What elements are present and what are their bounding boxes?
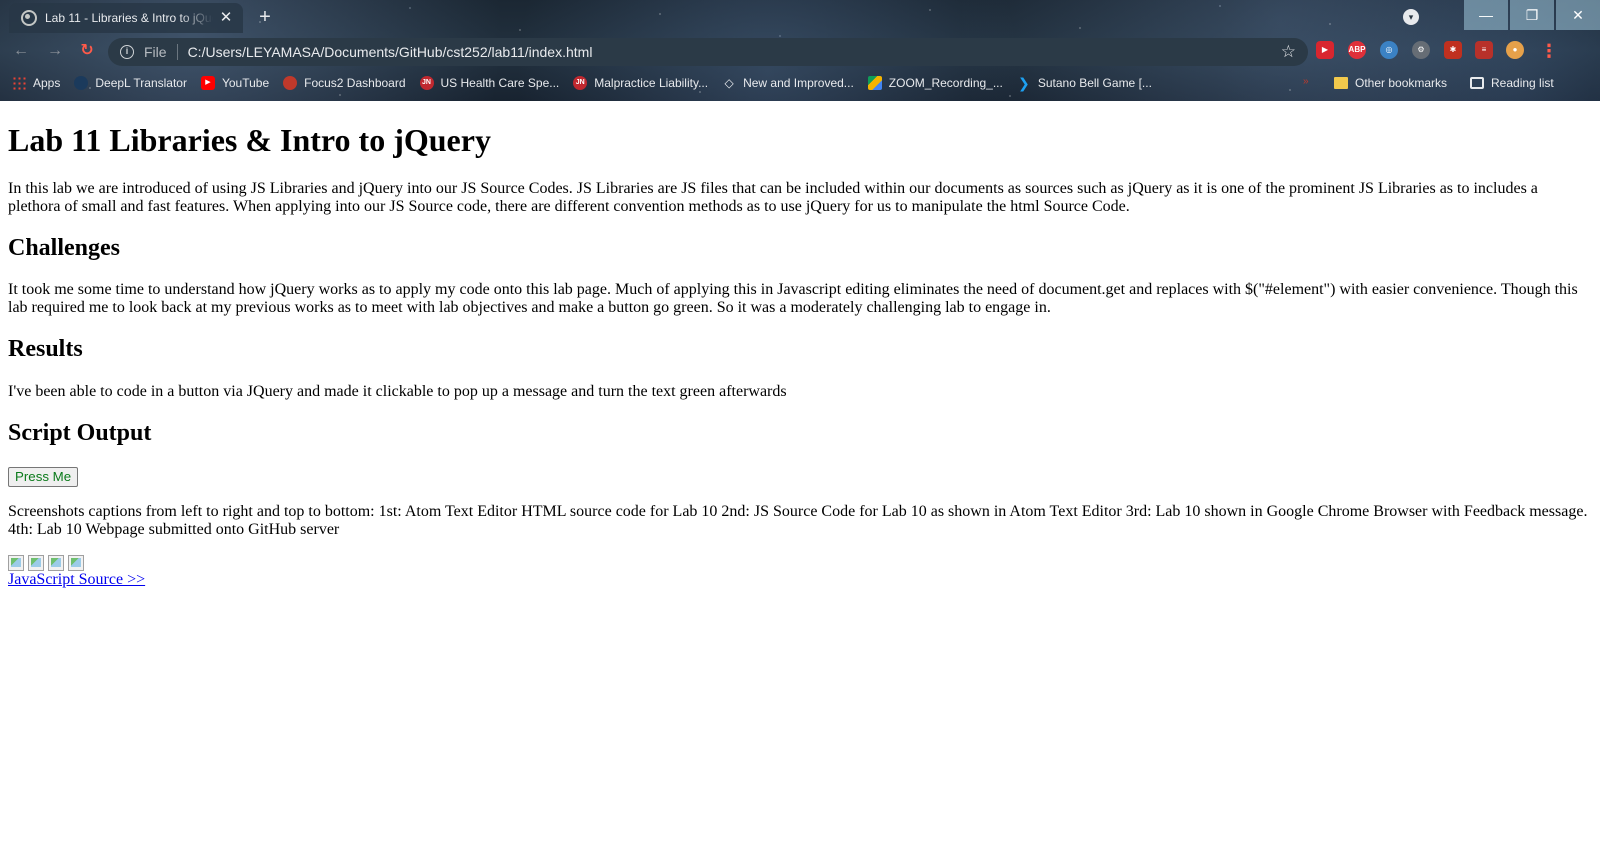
reading-list-label: Reading list (1491, 76, 1554, 90)
forward-icon[interactable]: → (44, 40, 66, 62)
bookmark-label: US Health Care Spe... (440, 76, 560, 90)
captions-paragraph: Screenshots captions from left to right … (8, 502, 1588, 538)
broken-image-icon[interactable] (48, 554, 64, 571)
tab-search-icon[interactable]: ▾ (1403, 9, 1419, 25)
bookmark-label: YouTube (221, 76, 270, 90)
browser-tab[interactable]: Lab 11 - Libraries & Intro to jQuery ✕ (9, 3, 243, 33)
apps-icon (12, 76, 26, 90)
script-output-heading: Script Output (8, 419, 152, 446)
bookmark-us-health[interactable]: JN US Health Care Spe... (419, 76, 560, 90)
maximize-button[interactable]: ❐ (1510, 0, 1554, 30)
bookmark-zoom[interactable]: ZOOM_Recording_... (867, 76, 1003, 90)
other-bookmarks-label: Other bookmarks (1355, 76, 1448, 90)
challenges-heading: Challenges (8, 234, 121, 261)
bookmark-label: New and Improved... (743, 76, 854, 90)
media-icon[interactable]: ≡ (1475, 41, 1493, 59)
page-title: Lab 11 Libraries & Intro to jQuery (8, 122, 491, 158)
browser-chrome: Lab 11 - Libraries & Intro to jQuery ✕ +… (0, 0, 1600, 101)
press-me-button[interactable]: Press Me (8, 466, 79, 487)
bookmark-star-icon[interactable]: ☆ (1281, 42, 1296, 62)
youtube-icon: ▶ (200, 76, 215, 90)
bookmark-sutano[interactable]: ❯ Sutano Bell Game [... (1017, 76, 1152, 90)
toolbar: ← → ↻ i File C:/Users/LEYAMASA/Documents… (0, 36, 1600, 68)
settings-gear-icon[interactable]: ⚙ (1412, 41, 1430, 59)
bookmarks-bar: Apps DeepL Translator ▶ YouTube Focus2 D… (0, 72, 1600, 94)
other-bookmarks[interactable]: Other bookmarks (1334, 72, 1447, 94)
broken-image-icon[interactable] (68, 554, 84, 571)
jn-icon: JN (573, 76, 588, 90)
bookmark-label: Focus2 Dashboard (304, 76, 406, 90)
bookmark-generic-icon: ◇ (724, 76, 734, 90)
bookmark-youtube[interactable]: ▶ YouTube (200, 76, 270, 90)
twitter-icon: ❯ (1017, 75, 1030, 91)
menu-icon[interactable]: ⋮ (1540, 40, 1558, 62)
reading-list-icon (1470, 77, 1484, 89)
bookmark-apps[interactable]: Apps (12, 76, 60, 90)
bookmark-label: Sutano Bell Game [... (1037, 76, 1152, 90)
broken-image-icon[interactable] (28, 554, 44, 571)
address-bar[interactable]: i File C:/Users/LEYAMASA/Documents/GitHu… (108, 38, 1308, 66)
bookmark-new-improved[interactable]: ◇ New and Improved... (722, 76, 854, 90)
results-paragraph: I've been able to code in a button via J… (8, 382, 787, 400)
bookmark-overflow-icon[interactable]: » (1303, 76, 1315, 90)
bookmark-label: DeepL Translator (95, 76, 187, 90)
back-icon[interactable]: ← (10, 40, 32, 62)
bookmark-label: Malpractice Liability... (594, 76, 709, 90)
screenshot-images (8, 554, 1592, 571)
google-drive-icon (867, 76, 882, 90)
close-window-button[interactable]: ✕ (1556, 0, 1600, 30)
url-text[interactable]: C:/Users/LEYAMASA/Documents/GitHub/cst25… (188, 44, 1281, 60)
bookmark-label: Apps (33, 76, 61, 90)
reading-list[interactable]: Reading list (1470, 72, 1554, 94)
bookmark-focus2[interactable]: Focus2 Dashboard (283, 76, 406, 90)
bookmark-malpractice[interactable]: JN Malpractice Liability... (573, 76, 708, 90)
bookmark-label: ZOOM_Recording_... (888, 76, 1003, 90)
puzzle-icon[interactable]: ✱ (1444, 41, 1462, 59)
bookmark-deepl[interactable]: DeepL Translator (74, 76, 187, 90)
minimize-button[interactable]: — (1464, 0, 1508, 30)
close-tab-icon[interactable]: ✕ (217, 9, 235, 27)
page-content: Lab 11 Libraries & Intro to jQuery In th… (0, 101, 1600, 860)
globe-icon (21, 10, 37, 26)
info-icon[interactable]: i (120, 45, 134, 59)
new-tab-icon[interactable]: + (254, 6, 276, 28)
challenges-paragraph: It took me some time to understand how j… (8, 281, 1578, 317)
broken-image-icon[interactable] (8, 554, 24, 571)
focus-icon (283, 76, 298, 90)
reload-icon[interactable]: ↻ (76, 40, 98, 62)
folder-icon (1334, 77, 1348, 89)
adblock-icon[interactable]: ABP (1348, 41, 1366, 59)
intro-paragraph: In this lab we are introduced of using J… (8, 179, 1538, 215)
tab-title: Lab 11 - Libraries & Intro to jQuery (45, 11, 213, 25)
javascript-source-link[interactable]: JavaScript Source >> (8, 571, 145, 588)
results-heading: Results (8, 336, 83, 363)
extension-blue-icon[interactable]: ◎ (1380, 41, 1398, 59)
jn-icon: JN (419, 76, 434, 90)
profile-avatar-icon[interactable]: ● (1506, 41, 1524, 59)
url-scheme: File (144, 44, 178, 60)
extension-red-icon[interactable]: ▶ (1316, 41, 1334, 59)
deepl-icon (74, 76, 89, 90)
